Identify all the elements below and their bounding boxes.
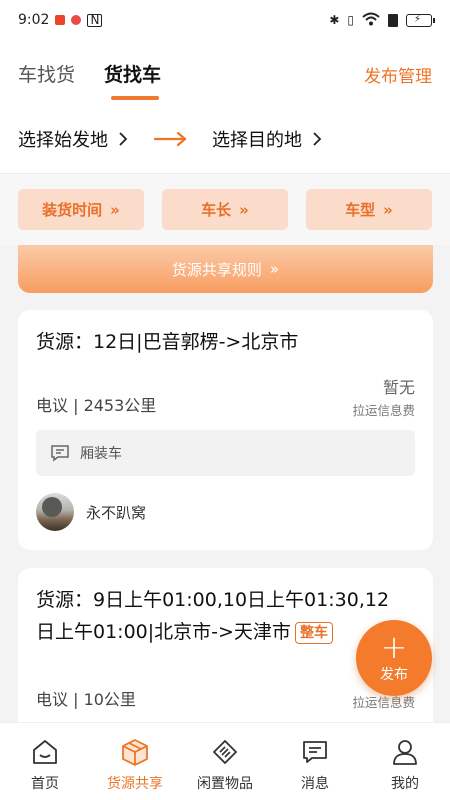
publisher-row: 永不趴窝 <box>36 493 146 531</box>
active-tab-indicator <box>111 96 159 100</box>
home-icon <box>33 740 57 764</box>
nav-label: 闲置物品 <box>197 776 253 792</box>
publisher-name: 永不趴窝 <box>86 503 147 522</box>
vehicle-type-label: 厢装车 <box>80 446 122 462</box>
wifi-icon <box>362 12 380 29</box>
fee-info: 暂无 拉运信息费 <box>352 374 415 419</box>
status-bar: 9:02 N ✱ ▯ ⚡ <box>0 0 450 40</box>
nfc-icon: N <box>87 13 103 27</box>
nav-label: 我的 <box>391 776 419 792</box>
vibrate-icon: ▯ <box>347 13 354 27</box>
origin-selector[interactable]: 选择始发地 <box>18 126 128 152</box>
message-icon <box>303 741 327 763</box>
filter-bar: 装货时间 » 车长 » 车型 » <box>0 173 450 245</box>
tab-car-find-cargo[interactable]: 车找货 <box>18 60 75 87</box>
nav-mine[interactable]: 我的 <box>360 723 450 800</box>
cargo-title-line-2: 日上午01:00|北京市->天津市 整车 <box>36 616 389 648</box>
filter-loading-time-button[interactable]: 装货时间 » <box>18 189 144 230</box>
full-truck-badge: 整车 <box>294 621 333 644</box>
filter-length-button[interactable]: 车长 » <box>162 189 288 230</box>
filter-label: 车型 <box>345 201 376 219</box>
double-chevron-icon: » <box>383 200 393 219</box>
nav-label: 货源共享 <box>107 776 163 792</box>
double-chevron-icon: » <box>239 200 249 219</box>
double-chevron-icon: » <box>110 200 120 219</box>
cargo-title: 货源：9日上午01:00,10日上午01:30,12 日上午01:00|北京市-… <box>36 584 389 648</box>
fee-value: 暂无 <box>382 378 415 397</box>
nav-label: 消息 <box>301 776 329 792</box>
tab-cargo-find-car[interactable]: 货找车 <box>104 60 161 87</box>
cargo-meta: 电议 | 10公里 <box>36 690 136 709</box>
cargo-title: 货源：12日|巴音郭楞->北京市 <box>36 331 299 353</box>
vehicle-type-box: 厢装车 <box>36 430 415 476</box>
nav-idle-items[interactable]: 闲置物品 <box>180 723 270 800</box>
tag-icon <box>213 740 237 764</box>
nav-home[interactable]: 首页 <box>0 723 90 800</box>
app-notification-icon <box>55 15 66 25</box>
cargo-title-line: 日上午01:00|北京市->天津市 <box>36 621 291 643</box>
person-icon <box>393 740 417 765</box>
cargo-meta: 电议 | 2453公里 <box>36 396 157 415</box>
share-rules-label: 货源共享规则 <box>171 260 262 279</box>
bluetooth-icon: ✱ <box>329 13 340 27</box>
avatar <box>36 493 74 531</box>
origin-label: 选择始发地 <box>18 130 108 151</box>
plus-icon: + <box>380 628 408 666</box>
status-time: 9:02 <box>18 12 50 28</box>
publish-label: 发布 <box>380 667 408 683</box>
destination-selector[interactable]: 选择目的地 <box>212 126 322 152</box>
destination-label: 选择目的地 <box>212 130 302 151</box>
nav-label: 首页 <box>31 776 59 792</box>
filter-label: 车长 <box>201 201 232 219</box>
publish-manage-link[interactable]: 发布管理 <box>364 62 432 87</box>
nav-cargo-share[interactable]: 货源共享 <box>90 723 180 800</box>
route-arrow-icon <box>154 131 188 147</box>
route-selector: 选择始发地 选择目的地 <box>0 105 450 173</box>
filter-vehicle-type-button[interactable]: 车型 » <box>306 189 432 230</box>
double-chevron-icon: » <box>269 260 280 278</box>
publish-fab-button[interactable]: + 发布 <box>356 620 432 696</box>
battery-icon: ⚡ <box>406 13 435 27</box>
chevron-right-icon <box>313 132 322 146</box>
chevron-right-icon <box>119 132 128 146</box>
cargo-title-line: 货源：9日上午01:00,10日上午01:30,12 <box>36 589 390 611</box>
sim-icon <box>388 13 398 27</box>
filter-label: 装货时间 <box>42 201 103 219</box>
top-header: 车找货 货找车 发布管理 <box>0 40 450 105</box>
box-icon <box>122 739 148 766</box>
fee-label: 拉运信息费 <box>352 403 415 418</box>
app-notification-icon <box>71 15 82 25</box>
bottom-nav: 首页 货源共享 闲置物品 消息 我的 <box>0 722 450 800</box>
cargo-card[interactable]: 货源：12日|巴音郭楞->北京市 电议 | 2453公里 暂无 拉运信息费 厢装… <box>18 310 433 550</box>
share-rules-banner[interactable]: 货源共享规则 » <box>18 245 433 293</box>
message-icon <box>51 445 69 462</box>
nav-messages[interactable]: 消息 <box>270 723 360 800</box>
